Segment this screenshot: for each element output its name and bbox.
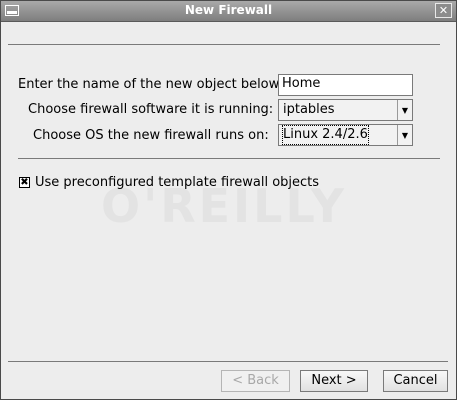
close-icon[interactable]: ✕	[435, 3, 452, 18]
cancel-button-label: Cancel	[393, 373, 438, 388]
firewall-software-value: iptables	[283, 102, 335, 117]
firewall-os-value: Linux 2.4/2.6	[282, 125, 369, 145]
title-bar[interactable]: New Firewall ✕	[1, 1, 456, 22]
template-objects-checkbox[interactable]: ✖	[19, 177, 30, 188]
middle-divider	[18, 158, 440, 159]
firewall-os-select[interactable]: Linux 2.4/2.6 ▼	[278, 124, 413, 146]
top-divider	[8, 44, 440, 45]
window-title: New Firewall	[184, 3, 273, 17]
object-name-label: Enter the name of the new object below:	[18, 77, 283, 92]
firewall-software-label: Choose firewall software it is running:	[28, 102, 274, 117]
template-objects-label[interactable]: Use preconfigured template firewall obje…	[35, 175, 319, 190]
chevron-down-icon[interactable]: ▼	[397, 100, 412, 120]
new-firewall-dialog: New Firewall ✕ O'REILLY Enter the name o…	[0, 0, 457, 400]
next-button-label: Next >	[311, 373, 357, 388]
back-button-label: < Back	[232, 373, 279, 388]
firewall-software-select[interactable]: iptables ▼	[278, 99, 413, 121]
chevron-down-icon[interactable]: ▼	[397, 125, 412, 145]
next-button[interactable]: Next >	[300, 370, 368, 392]
back-button[interactable]: < Back	[221, 370, 290, 392]
object-name-input[interactable]: Home	[278, 74, 413, 96]
cancel-button[interactable]: Cancel	[383, 370, 448, 392]
firewall-os-label: Choose OS the new firewall runs on:	[33, 128, 269, 143]
bottom-divider	[8, 361, 448, 362]
